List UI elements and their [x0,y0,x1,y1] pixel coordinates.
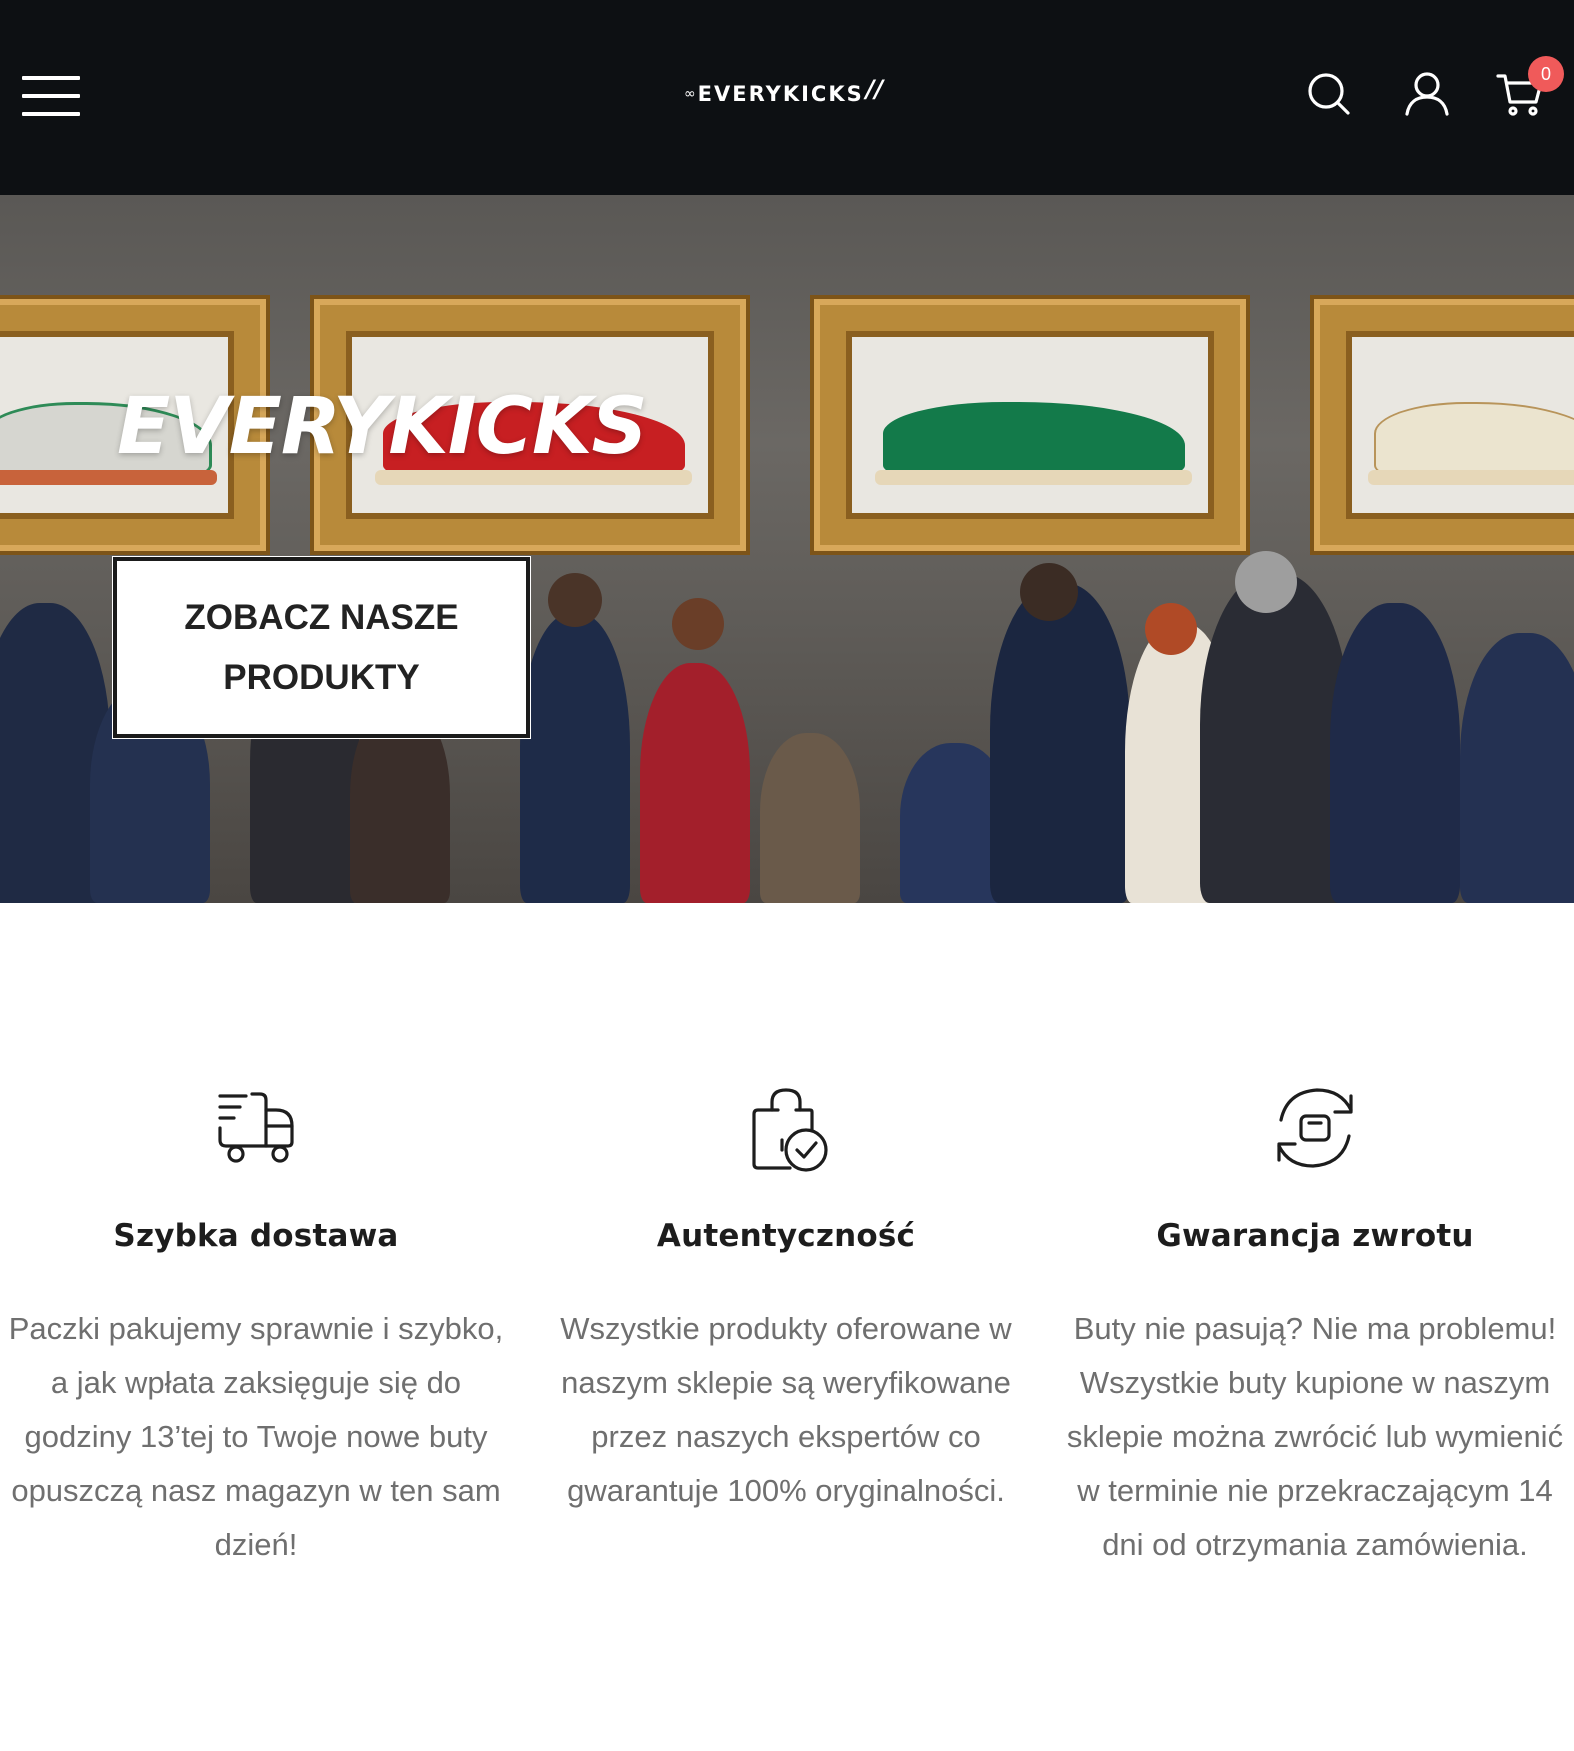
feature-authenticity: Autentyczność Wszystkie produkty oferowa… [536,1080,1036,1518]
feature-description: Wszystkie produkty oferowane w naszym sk… [560,1311,1012,1508]
features-section: Szybka dostawa Paczki pakujemy sprawnie … [0,1080,1574,1680]
gallery-frame [820,305,1240,545]
hero-banner: EVERYKICKS ZOBACZ NASZE PRODUKTY [0,195,1574,903]
hero-title: EVERYKICKS [117,382,648,472]
feature-title: Gwarancja zwrotu [1156,1218,1474,1254]
search-icon[interactable] [1305,70,1353,118]
delivery-truck-icon [208,1080,304,1176]
logo-text: EVERYKICKS [697,82,864,106]
cart-count-badge: 0 [1528,56,1564,92]
feature-description: Paczki pakujemy sprawnie i szybko, a jak… [8,1311,504,1562]
feature-fast-delivery: Szybka dostawa Paczki pakujemy sprawnie … [6,1080,506,1572]
logo-marks: // [865,75,884,103]
verified-bag-icon [738,1080,834,1176]
site-logo[interactable]: ∞ EVERYKICKS // [684,75,894,112]
see-products-button[interactable]: ZOBACZ NASZE PRODUKTY [113,557,530,738]
return-exchange-icon [1267,1080,1363,1176]
user-icon[interactable] [1403,70,1451,118]
feature-description: Buty nie pasują? Nie ma problemu! Wszyst… [1066,1311,1564,1562]
gallery-frame [1320,305,1574,545]
feature-return-guarantee: Gwarancja zwrotu Buty nie pasują? Nie ma… [1065,1080,1565,1572]
feature-title: Szybka dostawa [113,1218,399,1254]
feature-title: Autentyczność [656,1218,916,1254]
hamburger-menu-icon[interactable] [22,76,80,116]
logo-infinity: ∞ [684,86,696,102]
site-header: ∞ EVERYKICKS // 0 [0,0,1574,195]
